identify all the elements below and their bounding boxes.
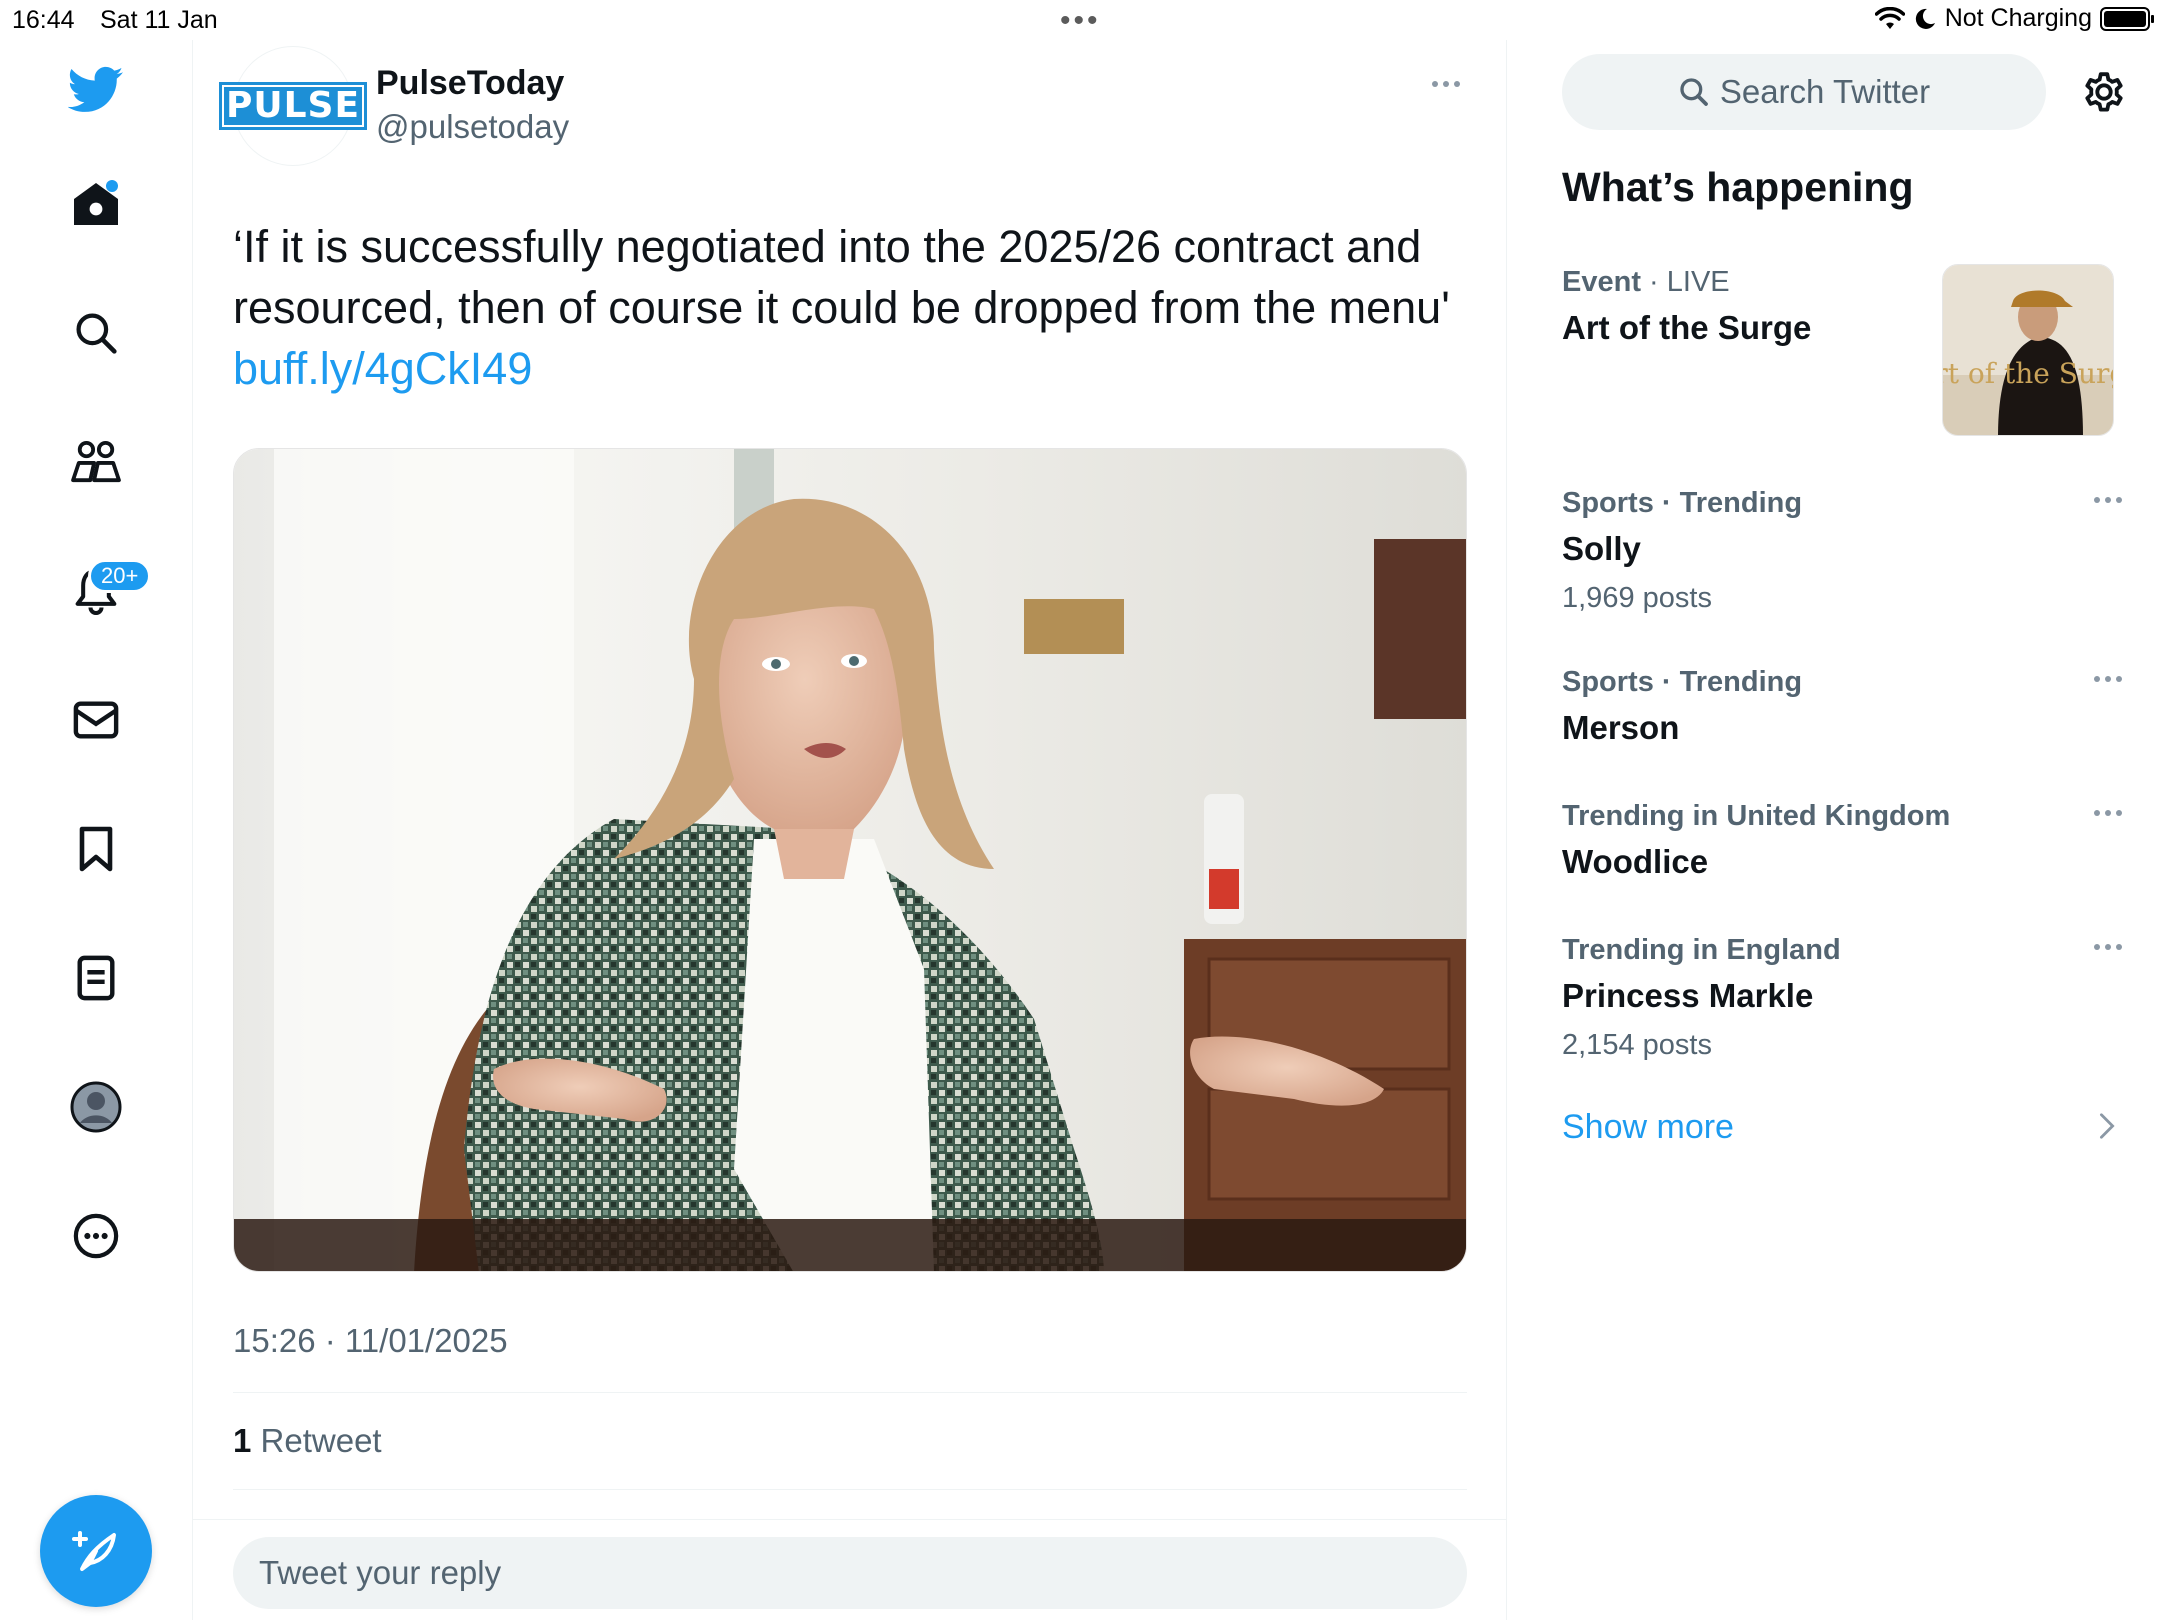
trend-title: Merson <box>1562 709 1680 746</box>
retweet-label: Retweet <box>251 1422 382 1459</box>
retweet-count[interactable]: 1 Retweet <box>233 1422 382 1460</box>
pulse-logo: PULSE <box>218 82 368 130</box>
settings-gear-icon[interactable] <box>2078 66 2130 118</box>
trend-item[interactable]: Sports · Trending Solly 1,969 posts <box>1562 487 2122 615</box>
tweet-more-options-icon[interactable] <box>1426 74 1466 94</box>
more-icon[interactable] <box>66 1206 126 1266</box>
trend-title: Woodlice <box>1562 843 1709 880</box>
divider <box>233 1392 1467 1393</box>
messages-icon[interactable] <box>66 690 126 750</box>
left-navigation: 20+ <box>0 40 193 1620</box>
notifications-icon[interactable]: 20+ <box>66 559 152 621</box>
show-more-link[interactable]: Show more <box>1562 1108 1734 1147</box>
battery-icon <box>2100 6 2154 31</box>
status-date: Sat 11 Jan <box>100 6 218 34</box>
retweet-number: 1 <box>233 1422 252 1459</box>
notifications-badge: 20+ <box>88 559 152 593</box>
trend-title: Princess Markle <box>1562 977 1814 1014</box>
status-time: 16:44 <box>12 6 75 34</box>
tweet-photo[interactable] <box>233 448 1467 1272</box>
trend-more-options-icon[interactable] <box>2094 497 2122 503</box>
wifi-icon <box>1874 6 1905 29</box>
tweet-body: ‘If it is successfully negotiated into t… <box>233 221 1450 333</box>
trend-item[interactable]: Sports · Trending Merson <box>1562 666 2122 747</box>
status-bar: 16:44 Sat 11 Jan ••• Not Charging <box>0 0 2160 40</box>
event-live: · LIVE <box>1640 266 1730 298</box>
trend-item[interactable]: Trending in United Kingdom Woodlice <box>1562 800 2122 881</box>
explore-icon[interactable] <box>66 303 126 363</box>
trend-context: Trending in United Kingdom <box>1562 800 1951 832</box>
trend-more-options-icon[interactable] <box>2094 944 2122 950</box>
author-name[interactable]: PulseToday <box>376 64 564 103</box>
search-bar[interactable]: Search Twitter <box>1562 54 2046 130</box>
lists-icon[interactable] <box>66 948 126 1008</box>
reply-separator <box>193 1519 1507 1520</box>
trend-context: Sports · Trending <box>1562 666 1803 698</box>
bookmarks-icon[interactable] <box>66 819 126 879</box>
event-thumbnail[interactable]: Art of the Surge <box>1942 264 2114 436</box>
communities-icon[interactable] <box>66 432 126 492</box>
charging-status: Not Charging <box>1944 4 2092 32</box>
divider <box>233 1489 1467 1490</box>
trend-context: Trending in England <box>1562 934 1841 966</box>
trend-more-options-icon[interactable] <box>2094 676 2122 682</box>
trend-more-options-icon[interactable] <box>2094 810 2122 816</box>
trend-post-count: 2,154 posts <box>1562 1029 1712 1061</box>
tweet-text: ‘If it is successfully negotiated into t… <box>233 216 1473 399</box>
event-thumb-text: Art of the Surge <box>1943 357 2114 390</box>
compose-tweet-button[interactable] <box>40 1495 152 1607</box>
trend-title: Solly <box>1562 530 1641 567</box>
tweet-link[interactable]: buff.ly/4gCkI49 <box>233 343 532 394</box>
moon-icon <box>1915 8 1935 29</box>
home-icon[interactable] <box>66 174 126 234</box>
compose-quill-icon <box>72 1531 116 1571</box>
author-avatar[interactable]: PULSE <box>218 46 368 166</box>
event-category: Event <box>1562 266 1641 298</box>
profile-icon[interactable] <box>66 1077 126 1137</box>
chevron-right-icon[interactable] <box>2098 1112 2116 1140</box>
right-sidebar: Search Twitter What’s happening Event · … <box>1508 40 2160 1620</box>
reply-input[interactable] <box>233 1537 1467 1609</box>
trend-context: Sports · Trending <box>1562 487 1803 519</box>
whats-happening-title: What’s happening <box>1562 164 1914 210</box>
trend-item[interactable]: Trending in England Princess Markle 2,15… <box>1562 934 2122 1062</box>
trend-post-count: 1,969 posts <box>1562 582 1712 614</box>
tweet-detail: PULSE PulseToday @pulsetoday ‘If it is s… <box>193 40 1507 1620</box>
search-placeholder: Search Twitter <box>1719 73 1931 110</box>
home-new-indicator <box>106 180 118 192</box>
multitasking-dots-icon[interactable]: ••• <box>1060 4 1101 38</box>
author-handle[interactable]: @pulsetoday <box>376 108 569 146</box>
tweet-timestamp: 15:26 · 11/01/2025 <box>233 1322 508 1359</box>
search-icon <box>1680 78 1708 106</box>
status-indicators: Not Charging <box>1874 4 2154 33</box>
twitter-logo-icon[interactable] <box>66 60 126 120</box>
